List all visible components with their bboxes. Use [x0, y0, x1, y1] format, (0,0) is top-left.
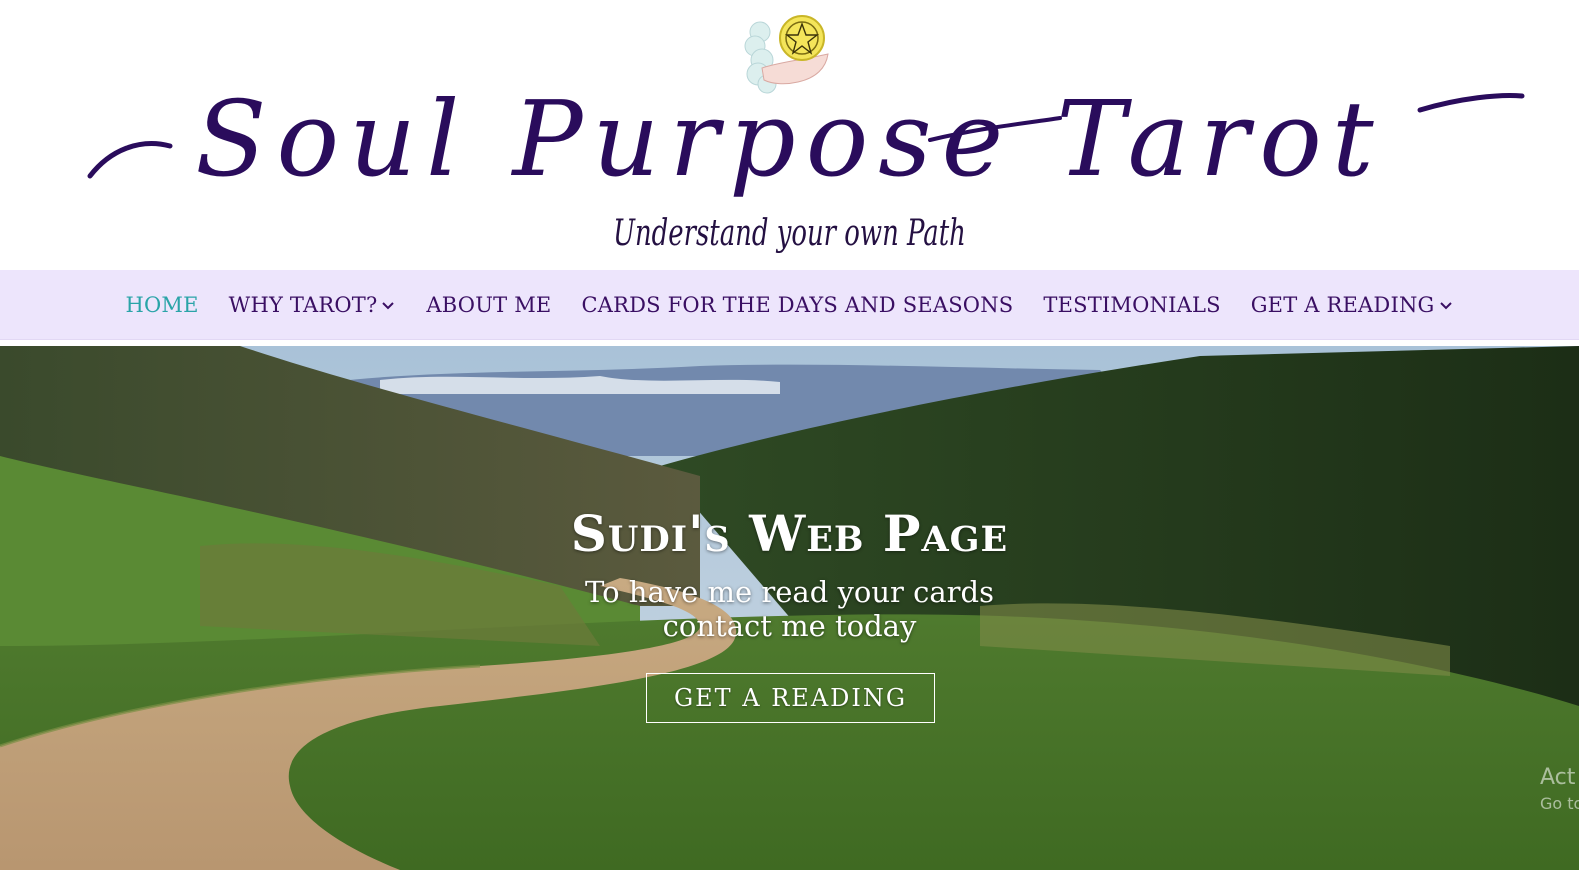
site-title[interactable]: Soul Purpose Tarot [0, 74, 1579, 204]
hero-heading: Sudi's Web Page [570, 504, 1009, 563]
nav-item-label: TESTIMONIALS [1043, 293, 1221, 317]
nav-item-label: WHY TAROT? [228, 293, 378, 317]
nav-item-home[interactable]: HOME [125, 293, 198, 317]
hero-subtext: To have me read your cards contact me to… [0, 575, 1579, 643]
nav-item-about-me[interactable]: ABOUT ME [426, 293, 551, 317]
nav-item-label: HOME [125, 293, 199, 317]
nav-item-cards-days-seasons[interactable]: CARDS FOR THE DAYS AND SEASONS [581, 293, 1013, 317]
get-a-reading-button[interactable]: GET A READING [646, 673, 935, 723]
hero-section: Sudi's Web Page To have me read your car… [0, 346, 1579, 870]
site-tagline: Understand your own Path [613, 213, 966, 254]
chevron-down-icon [382, 302, 395, 310]
nav-item-why-tarot[interactable]: WHY TAROT? [229, 293, 397, 317]
hero-subtext-line-1: To have me read your cards [585, 575, 994, 609]
watermark-subtitle: Go to [1540, 794, 1579, 813]
os-activation-watermark: Act Go to [1540, 764, 1579, 824]
nav-item-testimonials[interactable]: TESTIMONIALS [1043, 293, 1220, 317]
site-header: Soul Purpose Tarot Understand your own P… [0, 0, 1579, 270]
nav-list: HOME WHY TAROT? ABOUT ME CARDS FOR THE D… [0, 270, 1579, 340]
main-nav: HOME WHY TAROT? ABOUT ME CARDS FOR THE D… [0, 270, 1579, 340]
hero-subtext-line-2: contact me today [662, 609, 917, 643]
chevron-down-icon [1439, 302, 1452, 310]
watermark-title: Act [1540, 765, 1576, 790]
nav-item-label: ABOUT ME [426, 293, 552, 317]
nav-item-get-a-reading[interactable]: GET A READING [1251, 293, 1454, 317]
nav-item-label: CARDS FOR THE DAYS AND SEASONS [581, 293, 1014, 317]
nav-item-label: GET A READING [1250, 293, 1435, 317]
